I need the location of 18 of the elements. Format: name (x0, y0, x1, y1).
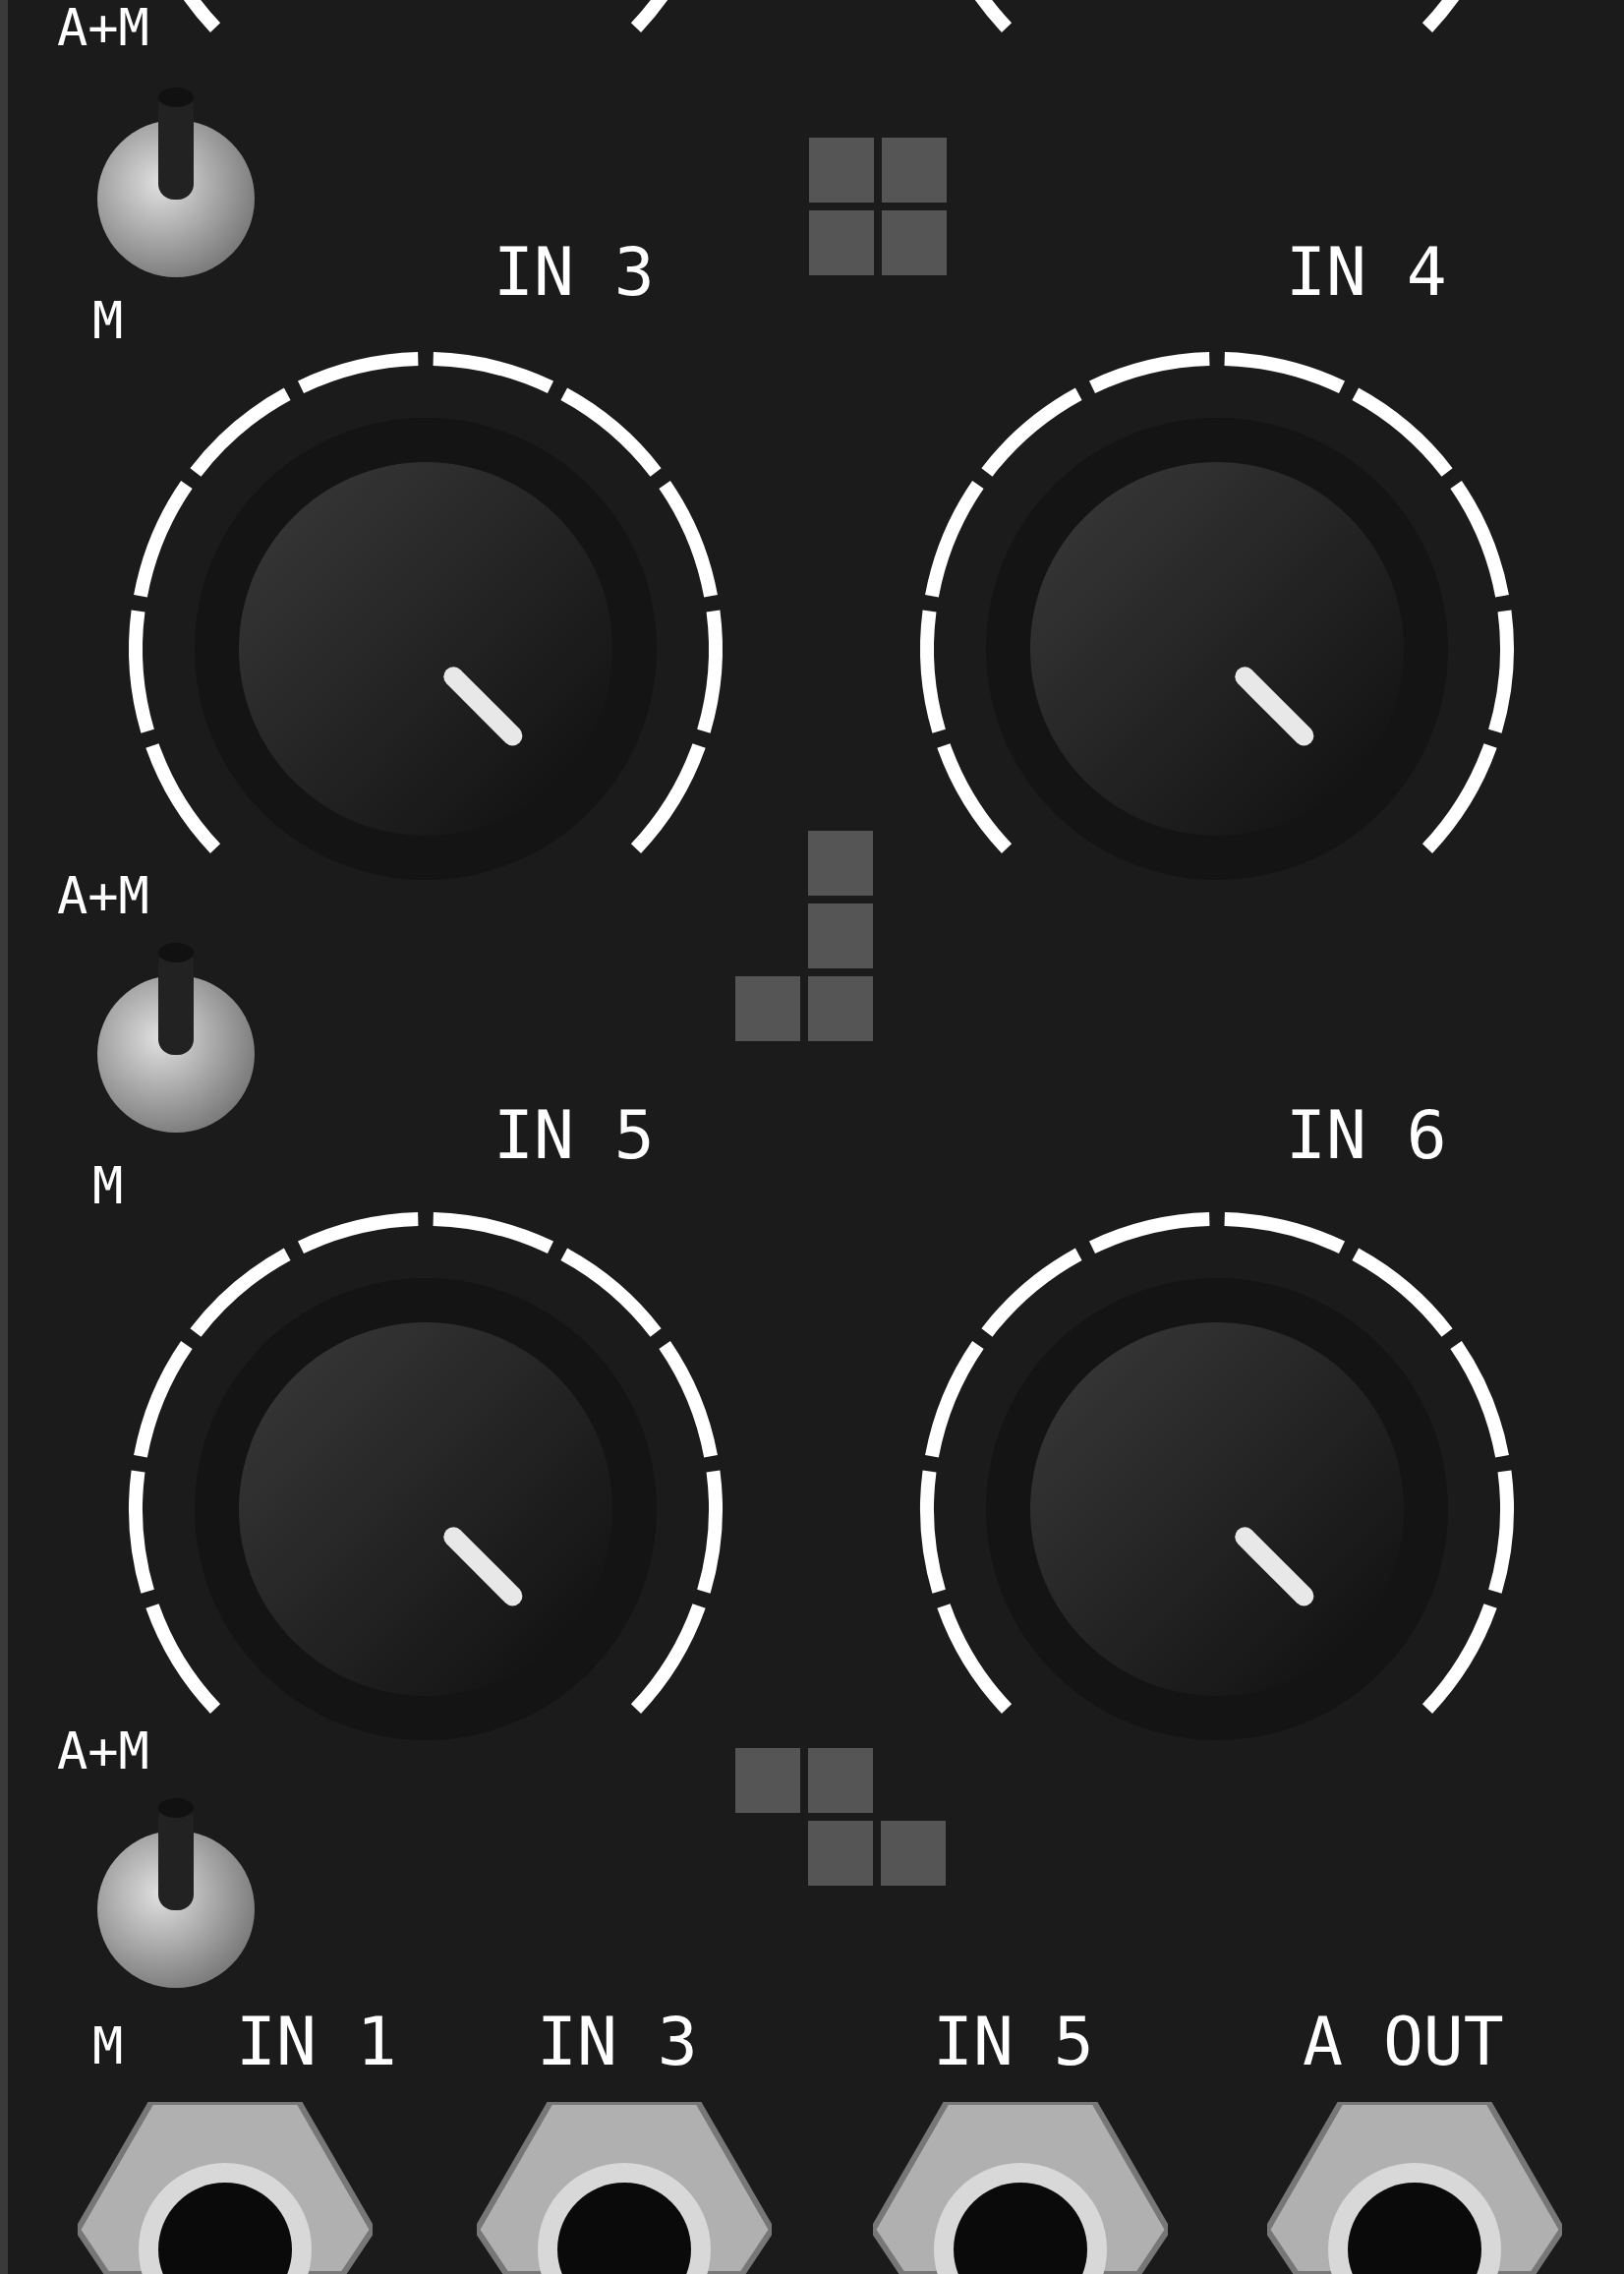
toggle-label: M (92, 2020, 124, 2071)
knob-label: IN 6 (1286, 1102, 1447, 1169)
knob-label: IN 4 (1286, 239, 1447, 306)
jack-label: A OUT (1303, 2009, 1504, 2075)
toggle-label: M (92, 295, 124, 346)
jack-socket[interactable] (477, 2102, 772, 2274)
toggle-label: M (92, 1160, 124, 1211)
knob-label: IN 3 (493, 239, 655, 306)
jack-label: IN 5 (933, 2009, 1094, 2075)
jack-socket[interactable] (873, 2102, 1168, 2274)
jack-socket[interactable] (1267, 2102, 1562, 2274)
jack-label: IN 3 (537, 2009, 698, 2075)
toggle-label: A+M (57, 2, 149, 53)
toggle-label: A+M (57, 1725, 149, 1777)
jack-socket[interactable] (78, 2102, 373, 2274)
jack-label: IN 1 (236, 2009, 397, 2075)
toggle-label: A+M (57, 870, 149, 921)
knob-label: IN 5 (493, 1102, 655, 1169)
